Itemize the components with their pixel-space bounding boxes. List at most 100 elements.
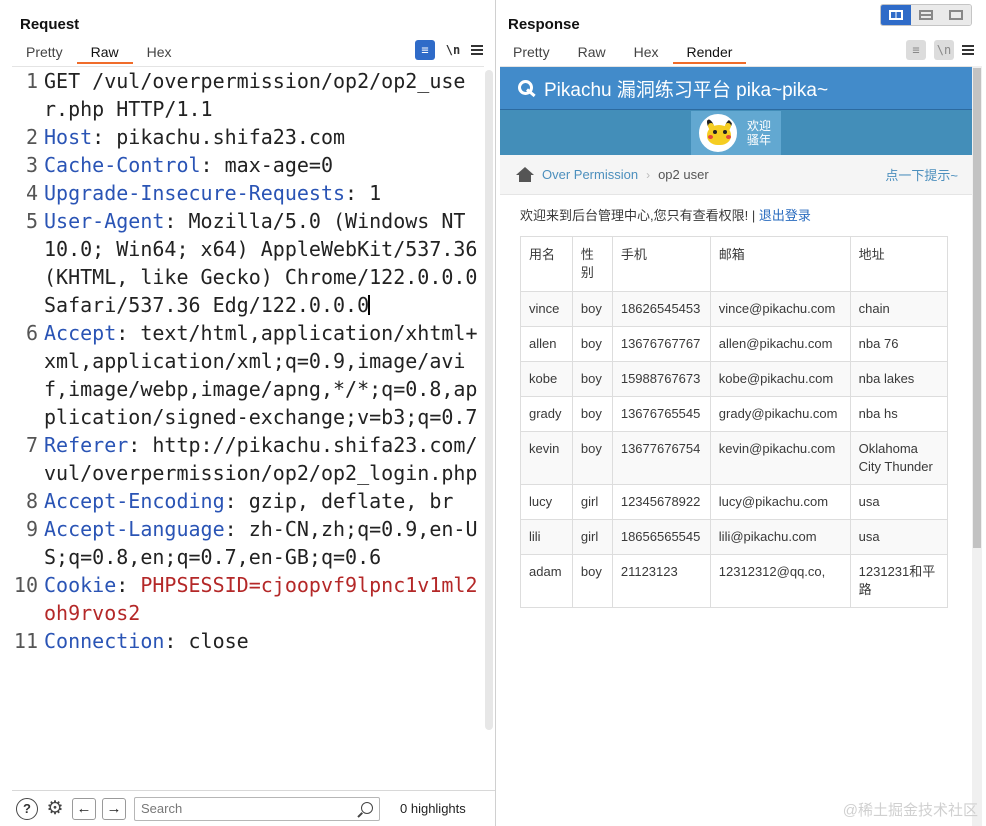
request-line-text: GET /vul/overpermission/op2/op2_user.php… xyxy=(44,69,466,121)
table-cell: Oklahoma City Thunder xyxy=(849,431,949,485)
line-number: 9 xyxy=(25,517,38,541)
request-scrollbar[interactable] xyxy=(485,70,493,730)
site-title[interactable]: Pikachu 漏洞练习平台 pika~pika~ xyxy=(544,75,828,102)
table-row: kevin boy 13677676754 kevin@pikachu.com Okla… xyxy=(520,431,949,485)
chevron-right-icon: › xyxy=(646,167,651,182)
gear-icon[interactable]: ⚙ xyxy=(44,798,66,820)
table-cell: boy xyxy=(571,291,613,327)
user-bar: 欢迎 骚年 xyxy=(500,109,972,155)
table-cell: kevin xyxy=(520,431,573,485)
request-line-3: 3 Cache-Control: max-age=0 xyxy=(12,151,484,179)
text-caret xyxy=(368,295,371,315)
response-scrollbar-thumb[interactable] xyxy=(973,68,981,548)
line-number: 3 xyxy=(25,153,38,177)
user-menu[interactable]: 欢迎 骚年 xyxy=(690,110,781,155)
table-row: adam boy 21123123 12312312@qq.co, 1231231和平路 xyxy=(520,554,949,608)
layout-tabs-icon[interactable] xyxy=(941,5,971,25)
table-cell: lucy@pikachu.com xyxy=(709,484,851,520)
avatar-eye xyxy=(712,129,717,134)
header-key: Referer xyxy=(44,433,129,457)
breadcrumb-over-permission[interactable]: Over Permission xyxy=(542,167,638,182)
header-sep: : xyxy=(128,433,141,457)
table-cell: girl xyxy=(571,519,613,555)
table-cell: chain xyxy=(849,291,949,327)
table-cell: nba hs xyxy=(849,396,949,432)
table-cell: 18656565545 xyxy=(611,519,711,555)
rendered-page: Pikachu 漏洞练习平台 pika~pika~ 欢迎 骚年 Over Per… xyxy=(500,66,972,826)
pretty-print-icon[interactable]: ≡ xyxy=(415,40,435,60)
header-value: 1 xyxy=(357,181,382,205)
pretty-print-icon[interactable]: ≡ xyxy=(906,40,926,60)
table-row: lili girl 18656565545 lili@pikachu.com usa xyxy=(520,519,949,555)
request-menu-icon[interactable] xyxy=(471,45,483,55)
table-cell: vince@pikachu.com xyxy=(709,291,851,327)
request-pane: Request Pretty Raw Hex ≡ \n 1 GET /vul/ov… xyxy=(0,0,496,826)
newline-toggle-icon[interactable]: \n xyxy=(934,40,954,60)
header-value: gzip, deflate, br xyxy=(236,489,454,513)
next-match-button[interactable]: → xyxy=(102,797,126,820)
response-pane: Response Pretty Raw Hex Render ≡ \n Pika… xyxy=(497,0,986,826)
search-input[interactable] xyxy=(135,797,379,820)
home-icon[interactable] xyxy=(516,166,534,183)
header-value: max-age=0 xyxy=(212,153,334,177)
table-row: vince boy 18626545453 vince@pikachu.com chai… xyxy=(520,291,949,327)
request-tab-pretty[interactable]: Pretty xyxy=(12,42,77,64)
table-cell: 21123123 xyxy=(611,554,711,608)
welcome-text: 欢迎来到后台管理中心,您只有查看权限! | xyxy=(520,208,759,223)
layout-switcher xyxy=(880,4,972,26)
header-sep: : xyxy=(116,573,129,597)
header-key: Cache-Control xyxy=(44,153,201,177)
request-tabs: Pretty Raw Hex xyxy=(12,42,186,66)
table-cell: 13676765545 xyxy=(611,396,711,432)
header-key: Connection xyxy=(44,629,165,653)
table-cell: lili xyxy=(520,519,573,555)
response-menu-icon[interactable] xyxy=(962,45,974,55)
response-tab-pretty[interactable]: Pretty xyxy=(499,42,564,64)
layout-vertical-icon[interactable] xyxy=(911,5,941,25)
logout-link[interactable]: 退出登录 xyxy=(759,208,811,223)
table-cell: usa xyxy=(849,519,949,555)
help-icon[interactable]: ? xyxy=(16,797,38,820)
table-cell: 13676767767 xyxy=(611,326,711,362)
request-line-10: 10 Cookie: PHPSESSID=cjoopvf9lpnc1v1ml2oh… xyxy=(12,571,484,627)
line-number: 5 xyxy=(25,209,38,233)
hint-link[interactable]: 点一下提示~ xyxy=(885,165,958,185)
table-cell: 18626545453 xyxy=(611,291,711,327)
request-tab-hex[interactable]: Hex xyxy=(133,42,186,64)
response-tab-hex[interactable]: Hex xyxy=(620,42,673,64)
welcome-tag-line: 欢迎 xyxy=(746,118,771,133)
request-line-2: 2 Host: pikachu.shifa23.com xyxy=(12,123,484,151)
column-header: 邮箱 xyxy=(709,236,851,292)
header-sep: : xyxy=(116,321,129,345)
table-cell: lili@pikachu.com xyxy=(709,519,851,555)
header-sep: : xyxy=(200,153,213,177)
request-toolbar: ≡ \n xyxy=(415,40,483,60)
watermark: @稀土掘金技术社区 xyxy=(842,802,978,819)
header-sep: : xyxy=(345,181,358,205)
response-tabs: Pretty Raw Hex Render xyxy=(499,42,747,66)
newline-toggle-icon[interactable]: \n xyxy=(443,40,463,60)
line-number: 8 xyxy=(25,489,38,513)
column-header: 用名 xyxy=(520,236,573,292)
request-line-9: 9 Accept-Language: zh-CN,zh;q=0.9,en-US;q… xyxy=(12,515,484,571)
line-number: 7 xyxy=(25,433,38,457)
request-editor[interactable]: 1 GET /vul/overpermission/op2/op2_user.ph… xyxy=(12,66,484,790)
table-cell: nba 76 xyxy=(849,326,949,362)
search-icon[interactable] xyxy=(361,801,373,814)
table-row: grady boy 13676765545 grady@pikachu.com nba … xyxy=(520,396,949,432)
response-tab-raw[interactable]: Raw xyxy=(564,42,620,64)
table-cell: usa xyxy=(849,484,949,520)
table-cell: boy xyxy=(571,361,613,397)
breadcrumb: Over Permission › op2 user 点一下提示~ xyxy=(500,155,972,195)
header-value: pikachu.shifa23.com xyxy=(104,125,346,149)
line-number: 6 xyxy=(25,321,38,345)
previous-match-button[interactable]: ← xyxy=(72,797,96,820)
request-title: Request xyxy=(20,16,80,33)
header-key: User-Agent xyxy=(44,209,165,233)
request-line-8: 8 Accept-Encoding: gzip, deflate, br xyxy=(12,487,484,515)
header-key: Cookie xyxy=(44,573,117,597)
request-tab-raw[interactable]: Raw xyxy=(76,42,133,64)
column-header: 手机 xyxy=(611,236,711,292)
response-tab-render[interactable]: Render xyxy=(672,42,747,64)
layout-side-by-side-icon[interactable] xyxy=(881,5,911,25)
